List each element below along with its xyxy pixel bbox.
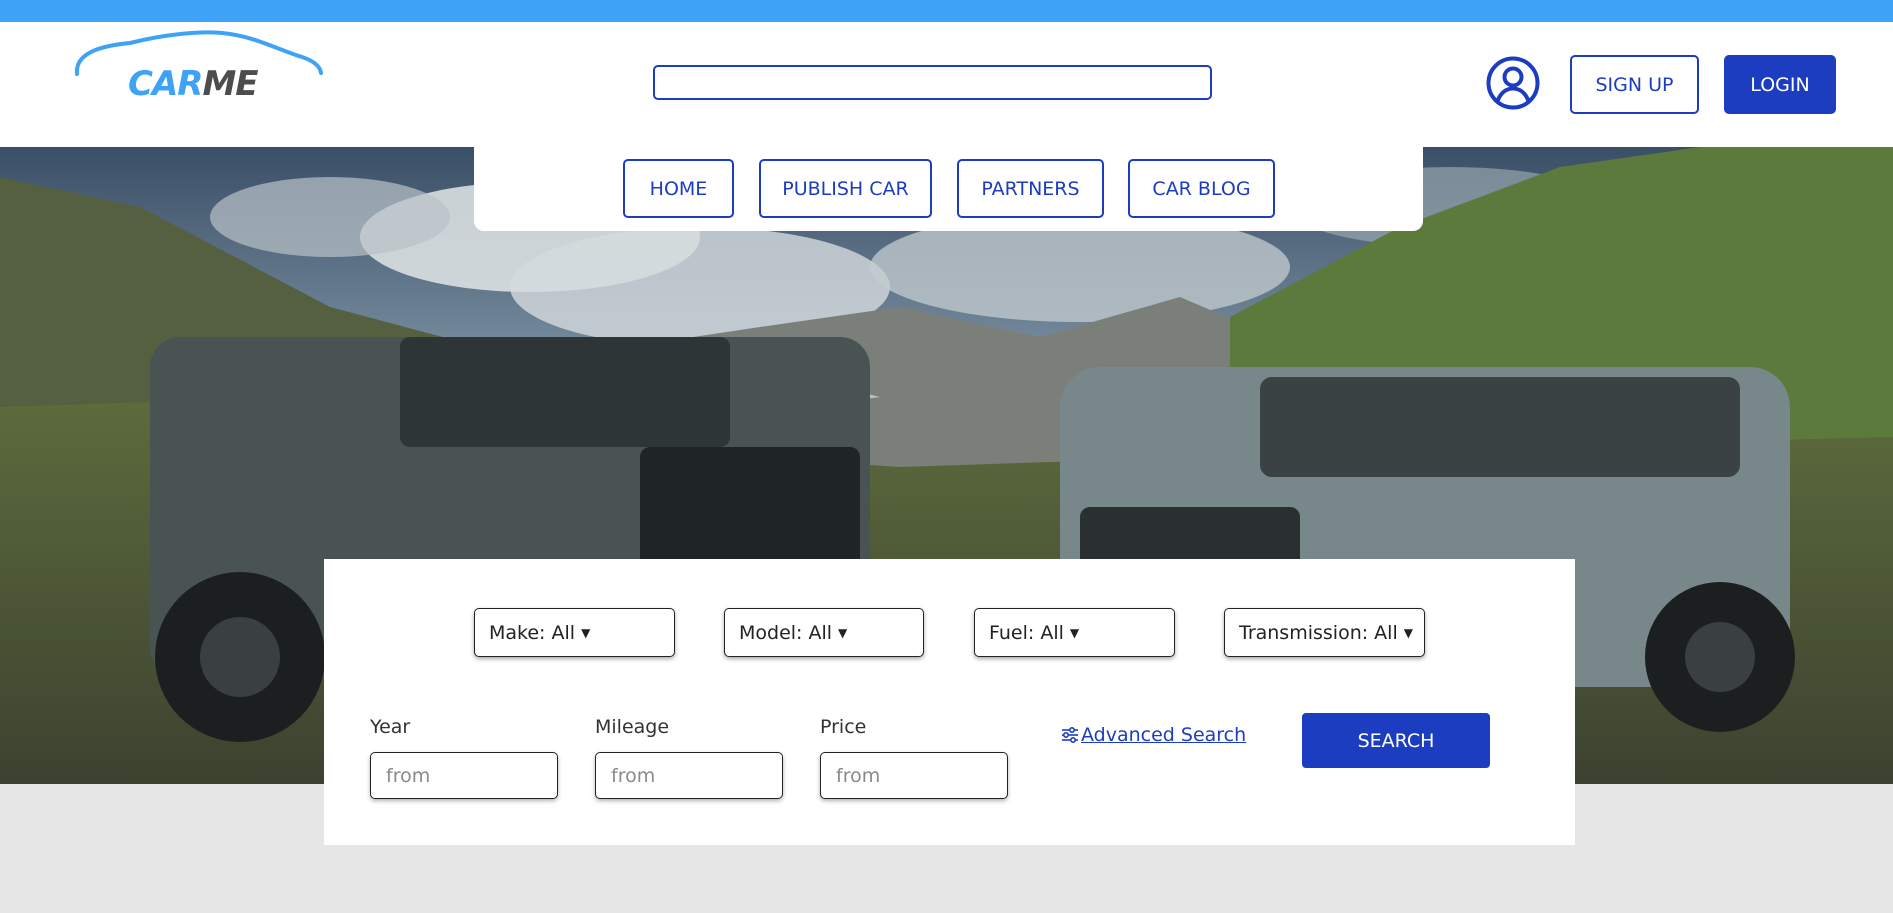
caret-down-icon: ▼	[1069, 625, 1080, 640]
caret-down-icon: ▼	[1403, 625, 1413, 640]
make-dropdown-label: Make: All	[489, 621, 576, 644]
make-dropdown[interactable]: Make: All ▼	[474, 608, 675, 657]
top-accent-bar	[0, 0, 1893, 22]
nav-partners[interactable]: PARTNERS	[957, 159, 1104, 218]
year-label: Year	[370, 716, 411, 738]
logo-me-text: ME	[202, 64, 258, 104]
caret-down-icon: ▼	[838, 625, 848, 640]
advanced-search-label: Advanced Search	[1081, 724, 1247, 746]
logo-wordmark: CARME	[128, 64, 259, 104]
main-nav: HOME PUBLISH CAR PARTNERS CAR BLOG	[474, 147, 1423, 231]
transmission-dropdown[interactable]: Transmission: All ▼	[1224, 608, 1425, 657]
user-circle-icon[interactable]	[1486, 56, 1540, 110]
sliders-icon	[1062, 726, 1078, 744]
mileage-label: Mileage	[595, 716, 670, 738]
mileage-from-input[interactable]	[595, 752, 783, 799]
fuel-dropdown-label: Fuel: All	[989, 621, 1064, 644]
car-search-panel: Make: All ▼ Model: All ▼ Fuel: All ▼ Transm…	[324, 559, 1575, 845]
nav-car-blog[interactable]: CAR BLOG	[1128, 159, 1275, 218]
model-dropdown-label: Model: All	[739, 621, 833, 644]
advanced-search-link[interactable]: Advanced Search	[1061, 724, 1246, 746]
model-dropdown[interactable]: Model: All ▼	[724, 608, 924, 657]
nav-home[interactable]: HOME	[623, 159, 734, 218]
header-search-input[interactable]	[653, 65, 1212, 100]
year-from-input[interactable]	[370, 752, 558, 799]
price-label: Price	[820, 716, 867, 738]
logo-car-text: CAR	[128, 64, 203, 104]
caret-down-icon: ▼	[581, 625, 591, 640]
login-button[interactable]: LOGIN	[1724, 55, 1836, 114]
carme-logo[interactable]: CARME	[74, 30, 324, 115]
fuel-dropdown[interactable]: Fuel: All ▼	[974, 608, 1175, 657]
search-button[interactable]: SEARCH	[1302, 713, 1490, 768]
price-from-input[interactable]	[820, 752, 1008, 799]
nav-publish-car[interactable]: PUBLISH CAR	[759, 159, 932, 218]
transmission-dropdown-label: Transmission: All	[1239, 621, 1398, 644]
sign-up-button[interactable]: SIGN UP	[1570, 55, 1699, 114]
